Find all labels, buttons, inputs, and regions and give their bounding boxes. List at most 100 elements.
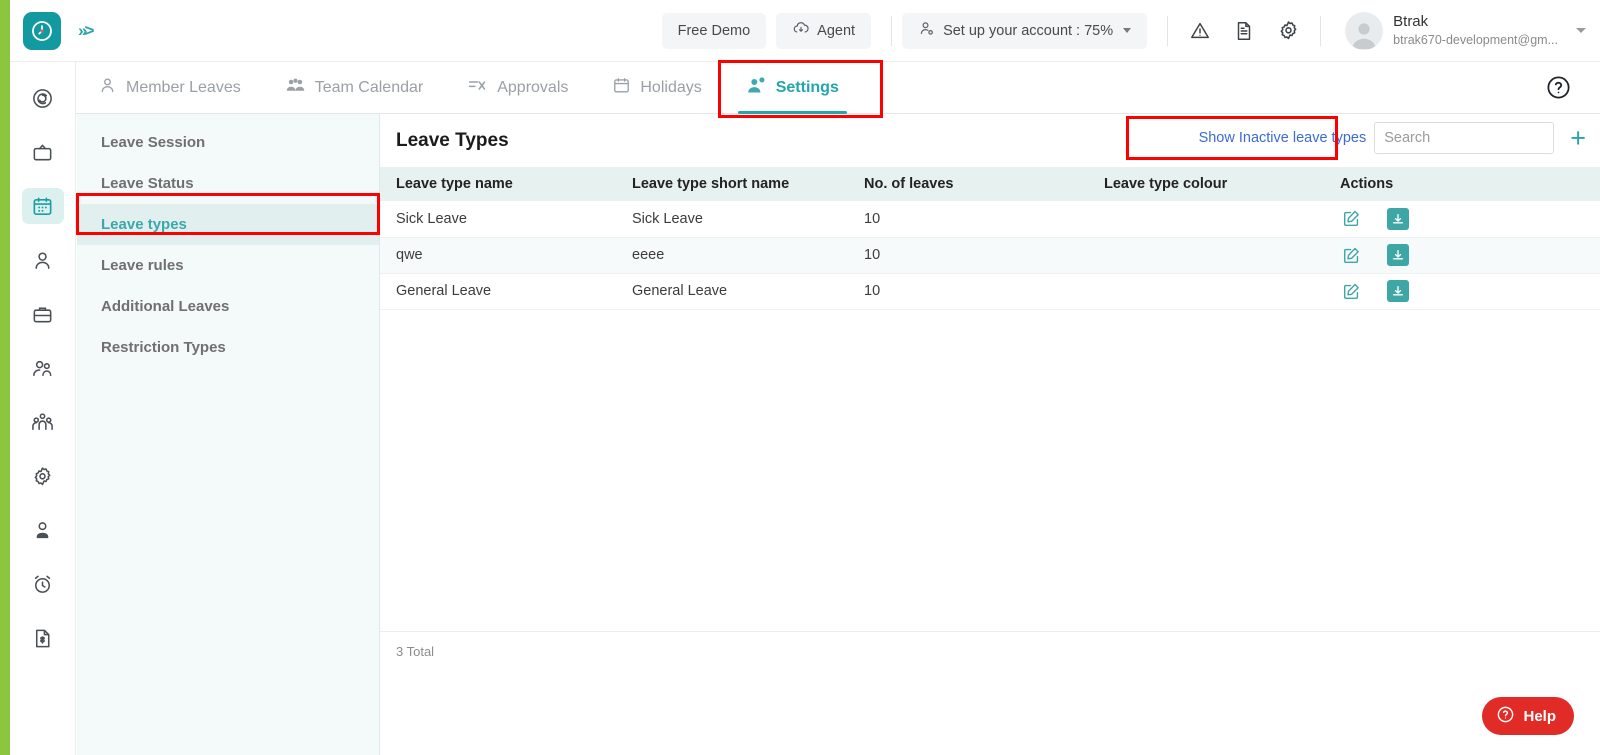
user-settings-icon xyxy=(746,75,767,101)
approvals-list-icon xyxy=(467,75,488,101)
people-group-icon xyxy=(285,75,306,101)
content-header-actions: Show Inactive leave types + xyxy=(1191,122,1586,154)
tab-member-leaves[interactable]: Member Leaves xyxy=(76,62,263,114)
rail-team-group-icon-button[interactable] xyxy=(22,404,64,440)
rail-spiral-icon-button[interactable] xyxy=(22,80,64,116)
rail-gear-icon-button[interactable] xyxy=(22,458,64,494)
total-count-label: 3 Total xyxy=(396,644,435,659)
gear-icon[interactable] xyxy=(1266,11,1310,51)
calendar-icon xyxy=(612,76,631,100)
add-leave-type-button[interactable]: + xyxy=(1570,124,1586,152)
warning-triangle-icon[interactable] xyxy=(1178,11,1222,51)
primary-tab-bar: Member Leaves Team Calendar Approvals Ho… xyxy=(76,62,1600,114)
rail-people-icon-button[interactable] xyxy=(22,350,64,386)
main-content-panel: Leave Types Show Inactive leave types + … xyxy=(380,114,1600,755)
search-input[interactable] xyxy=(1374,122,1555,154)
column-header-actions: Actions xyxy=(1324,167,1600,201)
logo-container xyxy=(10,11,74,50)
table-row[interactable]: General Leave General Leave 10 xyxy=(380,273,1600,310)
profile-text-block: Btrak btrak670-development@gm... xyxy=(1393,13,1558,48)
application-window: »> Free Demo Agent Set up your account:… xyxy=(0,0,1600,755)
column-header-short-name: Leave type short name xyxy=(616,167,848,201)
sidebar-item-leave-status[interactable]: Leave Status xyxy=(77,163,379,204)
column-header-no-of-leaves: No. of leaves xyxy=(848,167,1088,201)
profile-name: Btrak xyxy=(1393,13,1429,30)
rail-user-profile-icon-button[interactable] xyxy=(22,512,64,548)
top-header-bar: »> Free Demo Agent Set up your account:… xyxy=(10,0,1600,62)
question-circle-icon xyxy=(1496,705,1515,728)
header-divider xyxy=(891,15,893,46)
sidebar-item-label: Leave rules xyxy=(101,257,184,274)
column-header-leave-type-name: Leave type name xyxy=(380,167,616,201)
tab-approvals-label: Approvals xyxy=(497,78,569,96)
sidebar-item-leave-rules[interactable]: Leave rules xyxy=(77,245,379,286)
cell-leave-type-colour xyxy=(1088,273,1324,310)
archive-download-icon[interactable] xyxy=(1387,244,1409,266)
sidebar-item-restriction-types[interactable]: Restriction Types xyxy=(77,327,379,368)
header-divider-2 xyxy=(1167,15,1169,46)
tab-holidays-label: Holidays xyxy=(640,78,702,96)
rail-alarm-clock-icon-button[interactable] xyxy=(22,566,64,602)
question-circle-icon[interactable] xyxy=(1545,74,1572,101)
chevrons-right-icon[interactable]: »> xyxy=(78,21,94,41)
clock-logo-icon[interactable] xyxy=(23,11,61,50)
user-profile-menu[interactable]: Btrak btrak670-development@gm... xyxy=(1331,11,1558,50)
sidebar-item-leave-session[interactable]: Leave Session xyxy=(77,122,379,163)
rail-person-icon-button[interactable] xyxy=(22,242,64,278)
sidebar-item-leave-types[interactable]: Leave types xyxy=(77,204,379,245)
edit-pencil-icon[interactable] xyxy=(1342,246,1361,265)
tab-team-calendar-label: Team Calendar xyxy=(314,78,424,96)
sidebar-item-label: Leave Status xyxy=(101,175,194,192)
left-green-accent-bar xyxy=(0,0,10,755)
free-demo-button[interactable]: Free Demo xyxy=(661,12,767,49)
avatar xyxy=(1345,11,1384,50)
sidebar-item-label: Restriction Types xyxy=(101,339,226,356)
cell-leave-type-name: General Leave xyxy=(380,273,616,310)
sidebar-item-additional-leaves[interactable]: Additional Leaves xyxy=(77,286,379,327)
page-title: Leave Types xyxy=(396,129,509,151)
rail-calendar-icon-button[interactable] xyxy=(21,188,64,224)
sidebar-item-label: Leave Session xyxy=(101,134,206,151)
setup-account-label: Set up your account : 75% xyxy=(943,22,1114,39)
cell-no-of-leaves: 10 xyxy=(848,273,1088,310)
cell-no-of-leaves: 10 xyxy=(848,237,1088,274)
archive-download-icon[interactable] xyxy=(1387,280,1409,302)
table-header: Leave type name Leave type short name No… xyxy=(380,167,1600,201)
setup-account-button[interactable]: Set up your account : 75% xyxy=(902,12,1148,49)
left-icon-rail xyxy=(10,62,76,755)
edit-pencil-icon[interactable] xyxy=(1342,282,1361,301)
header-divider-3 xyxy=(1320,15,1322,46)
free-demo-label: Free Demo xyxy=(677,22,751,39)
tab-approvals[interactable]: Approvals xyxy=(445,62,590,114)
tab-holidays[interactable]: Holidays xyxy=(590,62,723,114)
table-header-row: Leave type name Leave type short name No… xyxy=(380,167,1600,201)
document-icon[interactable] xyxy=(1222,11,1266,51)
rail-invoice-icon-button[interactable] xyxy=(22,620,64,656)
user-gear-icon xyxy=(918,20,936,42)
cell-leave-type-name: Sick Leave xyxy=(380,201,616,238)
profile-chevron-down-icon[interactable] xyxy=(1576,28,1586,33)
sidebar-item-label: Leave types xyxy=(101,216,187,233)
archive-download-icon[interactable] xyxy=(1387,207,1409,230)
tab-team-calendar[interactable]: Team Calendar xyxy=(263,62,446,114)
table-row[interactable]: qwe eeee 10 xyxy=(380,237,1600,274)
help-floating-button[interactable]: Help xyxy=(1482,697,1574,735)
cell-short-name: General Leave xyxy=(616,273,848,310)
chevron-down-icon xyxy=(1123,28,1132,33)
help-label: Help xyxy=(1523,707,1556,725)
cell-actions xyxy=(1324,237,1600,274)
cell-leave-type-colour xyxy=(1088,201,1324,238)
cell-actions xyxy=(1324,273,1600,310)
agent-button[interactable]: Agent xyxy=(776,12,872,49)
tab-settings[interactable]: Settings xyxy=(724,62,861,114)
cell-actions xyxy=(1324,201,1600,238)
cell-leave-type-name: qwe xyxy=(380,237,616,274)
show-inactive-leave-types-link[interactable]: Show Inactive leave types xyxy=(1191,124,1375,152)
cell-short-name: eeee xyxy=(616,237,848,274)
table-row[interactable]: Sick Leave Sick Leave 10 xyxy=(380,201,1600,238)
agent-label: Agent xyxy=(817,22,856,39)
rail-tv-icon-button[interactable] xyxy=(22,134,64,170)
table-body: Sick Leave Sick Leave 10 qwe eeee 10 Gen… xyxy=(380,201,1600,310)
rail-briefcase-icon-button[interactable] xyxy=(22,296,64,332)
edit-pencil-icon[interactable] xyxy=(1342,209,1361,228)
